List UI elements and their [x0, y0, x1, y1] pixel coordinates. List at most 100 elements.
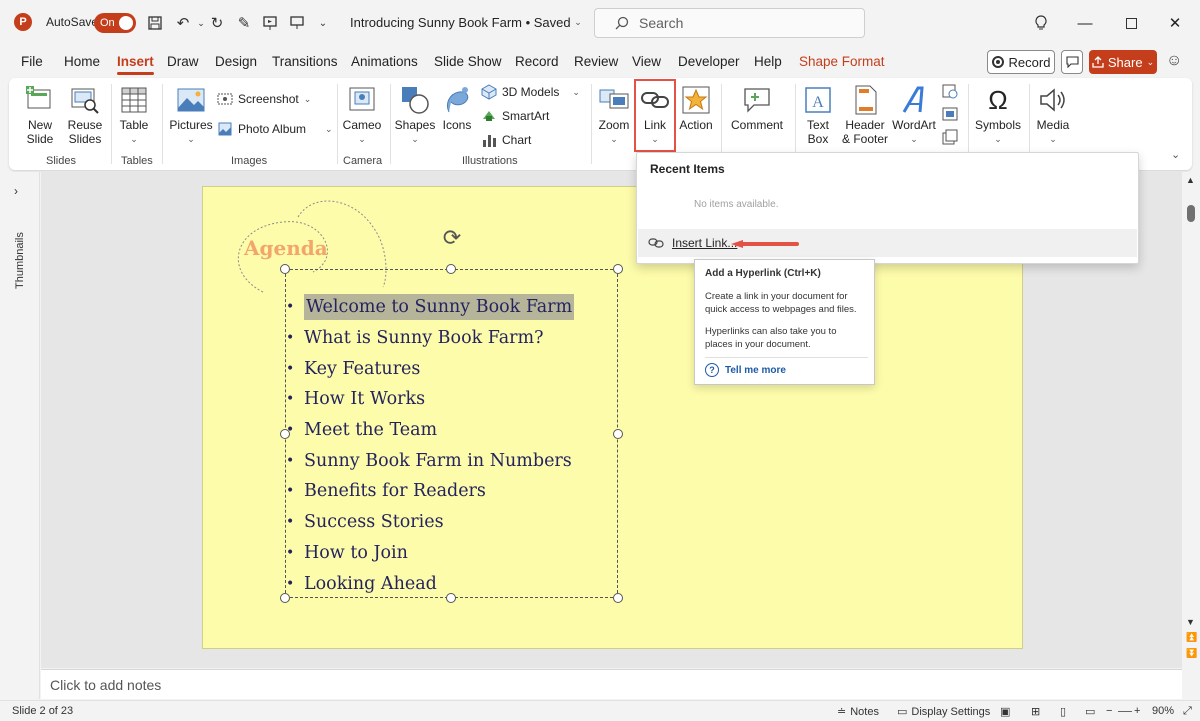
notes-toggle[interactable]: ≐ Notes	[837, 705, 879, 719]
save-icon[interactable]	[144, 12, 166, 34]
agenda-list[interactable]: Welcome to Sunny Book Farm What is Sunny…	[286, 292, 575, 599]
previous-slide-icon[interactable]: ⏫	[1186, 632, 1197, 643]
tell-me-more-link[interactable]: ? Tell me more	[705, 363, 786, 377]
tab-review[interactable]: Review	[574, 54, 618, 69]
document-title[interactable]: Introducing Sunny Book Farm • Saved ⌄	[350, 15, 582, 30]
list-item[interactable]: Sunny Book Farm in Numbers	[286, 445, 574, 476]
zoom-in-icon[interactable]: +	[1134, 705, 1140, 717]
list-item[interactable]: Key Features	[286, 353, 574, 384]
list-item[interactable]: Meet the Team	[286, 415, 574, 446]
list-item[interactable]: How to Join	[286, 538, 574, 569]
wordart-button[interactable]: WordArt ⌄	[891, 84, 937, 146]
list-item[interactable]: Benefits for Readers	[286, 476, 574, 507]
redo-icon[interactable]: ↻	[206, 12, 228, 34]
screenshot-label: Screenshot	[238, 92, 299, 106]
chevron-right-icon[interactable]: ›	[14, 184, 18, 198]
customize-qat-icon[interactable]: ⌄	[312, 12, 334, 34]
format-painter-icon[interactable]: ✎	[233, 12, 255, 34]
cameo-button[interactable]: Cameo ⌄	[341, 84, 383, 146]
insert-link-menu-item[interactable]: Insert Link...	[638, 229, 1137, 257]
photo-album-button[interactable]: Photo Album ⌄	[217, 121, 333, 137]
chart-button[interactable]: Chart	[481, 132, 531, 148]
slide-sorter-icon[interactable]: ⊞	[1031, 705, 1040, 718]
symbols-button[interactable]: Ω Symbols ⌄	[973, 84, 1023, 146]
notes-pane[interactable]: Click to add notes	[41, 669, 1182, 699]
reuse-slides-button[interactable]: Reuse Slides	[64, 84, 106, 146]
smartart-icon	[483, 111, 495, 121]
tab-animations[interactable]: Animations	[351, 54, 418, 69]
scroll-down-icon[interactable]: ▼	[1186, 617, 1195, 627]
group-separator	[337, 84, 338, 164]
present-icon[interactable]	[259, 12, 281, 34]
list-item[interactable]: Success Stories	[286, 507, 574, 538]
date-time-button[interactable]	[942, 83, 958, 99]
resize-handle[interactable]	[280, 264, 290, 274]
thumbnails-pane[interactable]: › Thumbnails	[0, 172, 40, 699]
share-button[interactable]: Share ⌄	[1089, 50, 1157, 74]
minimize-icon[interactable]: —	[1073, 11, 1097, 35]
icons-button[interactable]: Icons	[437, 84, 477, 132]
lightbulb-icon[interactable]	[1029, 11, 1053, 35]
zoom-button[interactable]: Zoom ⌄	[595, 84, 633, 146]
pictures-button[interactable]: Pictures ⌄	[167, 84, 215, 146]
tab-design[interactable]: Design	[215, 54, 257, 69]
tab-insert[interactable]: Insert	[117, 54, 154, 75]
table-button[interactable]: Table ⌄	[115, 84, 153, 146]
record-button[interactable]: Record	[987, 50, 1055, 74]
display-settings-button[interactable]: ▭ Display Settings	[897, 705, 990, 719]
fit-to-window-icon[interactable]: ⤢	[1183, 705, 1192, 718]
tab-draw[interactable]: Draw	[167, 54, 199, 69]
slide-number-button[interactable]	[942, 106, 958, 122]
resize-handle[interactable]	[613, 593, 623, 603]
tab-slide-show[interactable]: Slide Show	[434, 54, 502, 69]
rotate-handle-icon[interactable]: ⟳	[440, 226, 464, 250]
next-slide-icon[interactable]: ⏬	[1186, 648, 1197, 659]
zoom-out-icon[interactable]: −	[1106, 705, 1112, 717]
action-button[interactable]: Action	[676, 84, 716, 132]
zoom-level[interactable]: 90%	[1152, 705, 1174, 717]
list-item[interactable]: Welcome to Sunny Book Farm	[286, 292, 575, 323]
list-item[interactable]: What is Sunny Book Farm?	[286, 323, 574, 354]
vertical-scrollbar[interactable]: ▲ ▼ ⏫ ⏬	[1182, 172, 1200, 699]
tab-home[interactable]: Home	[64, 54, 100, 69]
tab-developer[interactable]: Developer	[678, 54, 740, 69]
normal-view-icon[interactable]: ▣	[1000, 705, 1010, 718]
header-footer-button[interactable]: Header & Footer	[840, 84, 890, 146]
screenshot-button[interactable]: Screenshot ⌄	[217, 91, 311, 107]
scrollbar-thumb[interactable]	[1187, 205, 1195, 222]
reading-view-icon[interactable]: ▯	[1060, 705, 1066, 718]
tab-view[interactable]: View	[632, 54, 661, 69]
media-button[interactable]: Media ⌄	[1033, 84, 1073, 146]
maximize-icon[interactable]	[1119, 11, 1143, 35]
smartart-button[interactable]: SmartArt	[481, 108, 549, 124]
autosave-toggle[interactable]: On	[94, 13, 136, 33]
start-from-beginning-icon[interactable]	[286, 12, 308, 34]
list-item[interactable]: How It Works	[286, 384, 574, 415]
scroll-up-icon[interactable]: ▲	[1186, 175, 1195, 185]
resize-handle[interactable]	[613, 264, 623, 274]
feedback-smiley-icon[interactable]: ☺	[1166, 52, 1182, 70]
tab-record[interactable]: Record	[515, 54, 559, 69]
tab-shape-format[interactable]: Shape Format	[799, 54, 885, 69]
tooltip-text: Create a link in your document for quick…	[705, 291, 857, 315]
3d-models-button[interactable]: 3D Models ⌄	[481, 84, 580, 100]
tab-transitions[interactable]: Transitions	[272, 54, 338, 69]
tab-help[interactable]: Help	[754, 54, 782, 69]
tab-file[interactable]: File	[21, 54, 43, 69]
resize-handle[interactable]	[446, 264, 456, 274]
object-button[interactable]	[942, 129, 958, 145]
record-icon	[991, 56, 1004, 68]
shapes-button[interactable]: Shapes ⌄	[395, 84, 435, 146]
list-item[interactable]: Looking Ahead	[286, 568, 574, 599]
zoom-slider[interactable]	[1118, 711, 1132, 712]
slideshow-view-icon[interactable]: ▭	[1085, 705, 1095, 718]
collapse-ribbon-button[interactable]: ⌄	[1171, 148, 1180, 161]
close-icon[interactable]: ✕	[1163, 11, 1187, 35]
resize-handle[interactable]	[613, 429, 623, 439]
comment-button[interactable]: Comment	[727, 84, 787, 132]
new-slide-button[interactable]: New Slide	[19, 84, 61, 146]
doc-title-text: Introducing Sunny Book Farm • Saved	[350, 15, 571, 30]
text-box-button[interactable]: A Text Box	[800, 84, 836, 146]
search-input[interactable]: Search	[594, 8, 865, 38]
comments-button[interactable]	[1061, 50, 1083, 74]
